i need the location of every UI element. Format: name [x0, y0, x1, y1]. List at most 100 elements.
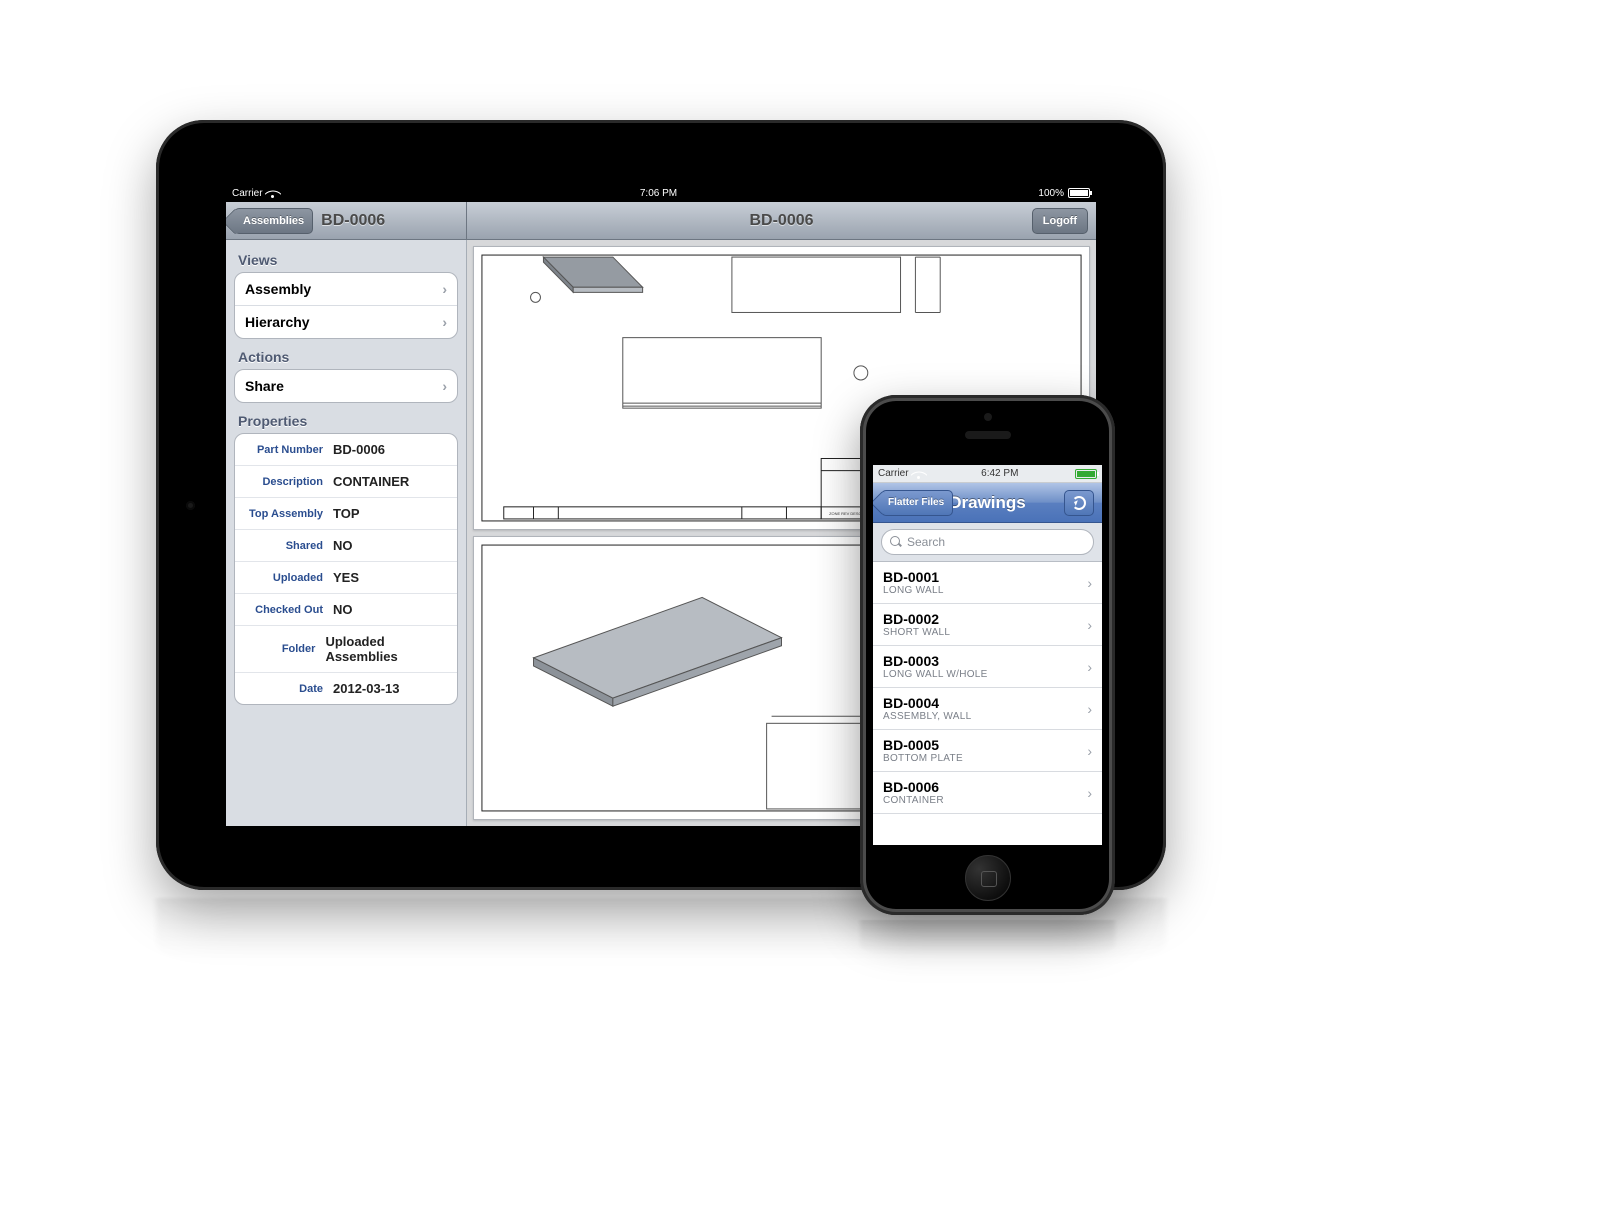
prop-value: CONTAINER [333, 474, 409, 489]
prop-label: Shared [245, 540, 323, 552]
refresh-icon [1072, 496, 1086, 510]
prop-row: Part Number BD-0006 [235, 434, 457, 465]
toolbar: Assemblies BD-0006 BD-0006 Logoff [226, 202, 1096, 240]
list-item[interactable]: BD-0001 LONG WALL › [873, 562, 1102, 604]
item-sub: BOTTOM PLATE [883, 753, 963, 764]
chevron-right-icon: › [442, 314, 447, 330]
battery-icon [1075, 469, 1097, 479]
home-button[interactable] [965, 855, 1011, 901]
prop-label: Date [245, 683, 323, 695]
right-pane-title: BD-0006 [749, 212, 813, 230]
prop-value: NO [333, 602, 353, 617]
actions-header: Actions [238, 349, 454, 365]
prop-value: TOP [333, 506, 360, 521]
list-item[interactable]: BD-0002 SHORT WALL › [873, 604, 1102, 646]
prop-row: Uploaded YES [235, 561, 457, 593]
logoff-button-label: Logoff [1043, 215, 1077, 227]
drawings-list[interactable]: BD-0001 LONG WALL › BD-0002 SHORT WALL ›… [873, 562, 1102, 814]
item-id: BD-0006 [883, 779, 944, 795]
list-item[interactable]: BD-0004 ASSEMBLY, WALL › [873, 688, 1102, 730]
search-bar: Search [873, 523, 1102, 562]
prop-value: BD-0006 [333, 442, 385, 457]
refresh-button[interactable] [1064, 490, 1094, 516]
ipad-camera [186, 501, 195, 510]
prop-label: Top Assembly [245, 508, 323, 520]
item-sub: LONG WALL [883, 585, 944, 596]
iphone-device: Carrier 6:42 PM Flatter Files Drawings S… [860, 395, 1115, 915]
search-placeholder: Search [907, 535, 945, 549]
status-bar: Carrier 7:06 PM 100% [226, 184, 1096, 202]
item-id: BD-0004 [883, 695, 972, 711]
prop-row: Top Assembly TOP [235, 497, 457, 529]
back-button[interactable]: Assemblies [234, 208, 313, 234]
chevron-right-icon: › [442, 378, 447, 394]
nav-title: Drawings [949, 493, 1026, 513]
chevron-right-icon: › [442, 281, 447, 297]
prop-value: YES [333, 570, 359, 585]
clock-label: 6:42 PM [981, 468, 1018, 479]
item-sub: LONG WALL W/HOLE [883, 669, 988, 680]
back-button-label: Assemblies [243, 215, 304, 227]
view-hierarchy[interactable]: Hierarchy › [235, 305, 457, 338]
iphone-camera [984, 413, 992, 421]
actions-group: Share › [234, 369, 458, 403]
back-button[interactable]: Flatter Files [881, 490, 953, 516]
iphone-screen: Carrier 6:42 PM Flatter Files Drawings S… [873, 465, 1102, 845]
logoff-button[interactable]: Logoff [1032, 208, 1088, 234]
left-pane-title: BD-0006 [321, 212, 385, 230]
view-assembly[interactable]: Assembly › [235, 273, 457, 305]
prop-label: Uploaded [245, 572, 323, 584]
action-share[interactable]: Share › [235, 370, 457, 402]
item-id: BD-0005 [883, 737, 963, 753]
item-id: BD-0001 [883, 569, 944, 585]
prop-row: Folder Uploaded Assemblies [235, 625, 457, 672]
list-item[interactable]: BD-0006 CONTAINER › [873, 772, 1102, 814]
chevron-right-icon: › [1087, 617, 1092, 633]
iphone-reflection [860, 920, 1115, 956]
prop-label: Folder [245, 643, 315, 655]
chevron-right-icon: › [1087, 701, 1092, 717]
carrier-label: Carrier [232, 188, 263, 199]
search-input[interactable]: Search [881, 529, 1094, 555]
battery-icon [1068, 188, 1090, 198]
back-button-label: Flatter Files [888, 497, 944, 508]
nav-bar: Flatter Files Drawings [873, 483, 1102, 523]
prop-value: NO [333, 538, 353, 553]
item-sub: ASSEMBLY, WALL [883, 711, 972, 722]
chevron-right-icon: › [1087, 743, 1092, 759]
prop-label: Part Number [245, 444, 323, 456]
prop-value: 2012-03-13 [333, 681, 400, 696]
item-sub: CONTAINER [883, 795, 944, 806]
iphone-speaker [965, 431, 1011, 439]
prop-value: Uploaded Assemblies [325, 634, 447, 664]
search-icon [890, 536, 902, 548]
view-label: Hierarchy [245, 314, 310, 330]
wifi-icon [267, 188, 279, 198]
clock-label: 7:06 PM [640, 188, 677, 199]
action-label: Share [245, 378, 284, 394]
item-id: BD-0003 [883, 653, 988, 669]
prop-row: Checked Out NO [235, 593, 457, 625]
item-sub: SHORT WALL [883, 627, 950, 638]
views-group: Assembly › Hierarchy › [234, 272, 458, 339]
prop-row: Shared NO [235, 529, 457, 561]
list-item[interactable]: BD-0005 BOTTOM PLATE › [873, 730, 1102, 772]
prop-row: Date 2012-03-13 [235, 672, 457, 704]
status-bar: Carrier 6:42 PM [873, 465, 1102, 483]
views-header: Views [238, 252, 454, 268]
battery-label: 100% [1038, 188, 1064, 199]
properties-header: Properties [238, 413, 454, 429]
prop-label: Description [245, 476, 323, 488]
view-label: Assembly [245, 281, 311, 297]
prop-label: Checked Out [245, 604, 323, 616]
wifi-icon [913, 469, 925, 479]
list-item[interactable]: BD-0003 LONG WALL W/HOLE › [873, 646, 1102, 688]
properties-group: Part Number BD-0006 Description CONTAINE… [234, 433, 458, 705]
chevron-right-icon: › [1087, 659, 1092, 675]
carrier-label: Carrier [878, 468, 909, 479]
item-id: BD-0002 [883, 611, 950, 627]
sidebar: Views Assembly › Hierarchy › Actions [226, 240, 467, 826]
chevron-right-icon: › [1087, 785, 1092, 801]
chevron-right-icon: › [1087, 575, 1092, 591]
prop-row: Description CONTAINER [235, 465, 457, 497]
